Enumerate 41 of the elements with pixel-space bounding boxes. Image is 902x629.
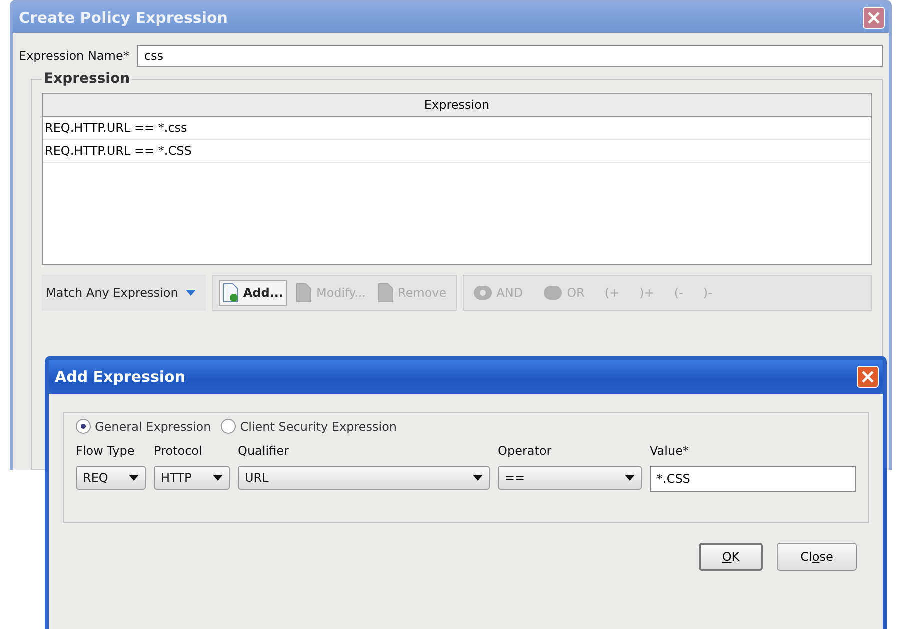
dialog-title: Add Expression: [55, 368, 186, 386]
field-label: Value*: [650, 444, 690, 458]
toolbar-button[interactable]: Add...: [219, 280, 288, 306]
match-dropdown[interactable]: Match Any Expression: [42, 275, 206, 311]
field-label: Protocol: [154, 444, 204, 458]
radio-option[interactable]: General Expression: [76, 419, 212, 434]
close-button[interactable]: [863, 7, 885, 29]
window-title: Create Policy Expression: [19, 9, 228, 27]
document-icon: [296, 283, 312, 303]
dialog-button[interactable]: OK: [699, 543, 763, 571]
expression-name-field[interactable]: css: [137, 45, 883, 67]
column-header[interactable]: Expression: [43, 94, 871, 117]
radio-button[interactable]: [221, 419, 236, 434]
document-add-icon: [223, 283, 240, 303]
dropdown[interactable]: HTTP: [154, 466, 230, 490]
group-title: Expression: [43, 71, 132, 87]
field-label: Qualifier: [238, 444, 290, 458]
close-button[interactable]: [857, 366, 879, 388]
radio-label: Client Security Expression: [240, 420, 398, 434]
caret-icon: [129, 475, 139, 481]
table-cell[interactable]: REQ.HTTP.URL == *.CSS: [43, 140, 871, 163]
radio-button[interactable]: [76, 419, 91, 434]
dropdown[interactable]: ==: [498, 466, 642, 490]
caret-icon: [213, 475, 223, 481]
close-icon: [862, 371, 874, 383]
caret-icon: [625, 475, 635, 481]
dropdown[interactable]: REQ: [76, 466, 146, 490]
field-label: Operator: [498, 444, 553, 458]
close-icon: [868, 12, 880, 24]
radio-option[interactable]: Client Security Expression: [221, 419, 398, 434]
field-label: Flow Type: [76, 444, 136, 458]
toggle-icon: [472, 285, 493, 301]
value-field[interactable]: *.CSS: [650, 466, 856, 492]
field-label: Expression Name*: [19, 49, 130, 63]
caret-icon: [186, 290, 196, 296]
dialog-button[interactable]: Close: [777, 543, 857, 571]
dropdown[interactable]: URL: [238, 466, 490, 490]
document-icon: [378, 283, 394, 303]
caret-icon: [473, 475, 483, 481]
radio-label: General Expression: [95, 420, 212, 434]
table-cell[interactable]: REQ.HTTP.URL == *.css: [43, 117, 871, 140]
